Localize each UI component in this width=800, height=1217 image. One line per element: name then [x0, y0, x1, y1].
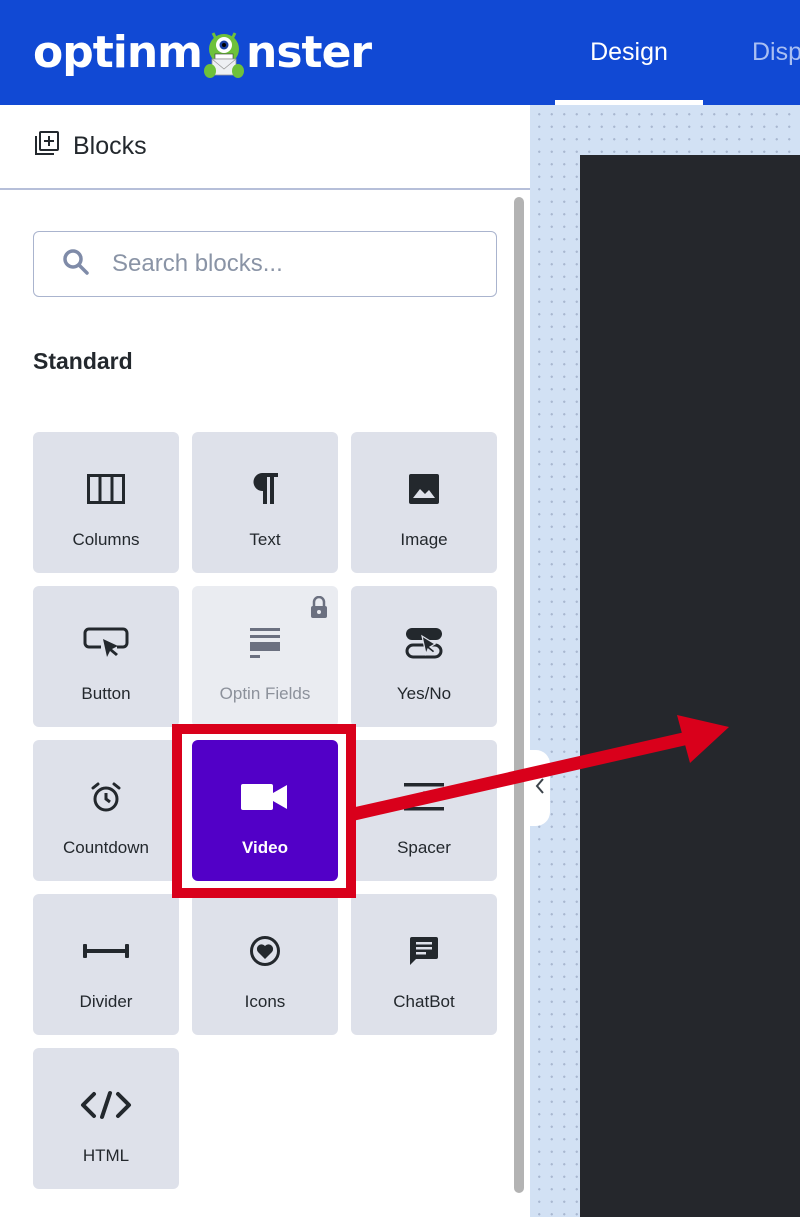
divider-icon: [83, 934, 129, 968]
block-label: Spacer: [397, 838, 451, 857]
monster-mascot-icon: [203, 27, 245, 78]
blocks-sidebar: Blocks Standard Columns Text Image: [0, 105, 530, 1217]
optin-fields-icon: [250, 626, 280, 660]
panel-title: Blocks: [73, 132, 147, 160]
sidebar-scrollbar[interactable]: [514, 197, 524, 1193]
image-icon: [408, 472, 440, 506]
block-html[interactable]: HTML: [33, 1048, 179, 1189]
block-button[interactable]: Button: [33, 586, 179, 727]
search-blocks-field[interactable]: [33, 231, 497, 297]
section-label-standard: Standard: [33, 348, 133, 374]
spacer-icon: [404, 780, 444, 814]
block-spacer[interactable]: Spacer: [351, 740, 497, 881]
highlight-box: [172, 724, 356, 898]
block-label: Divider: [79, 992, 133, 1011]
block-image[interactable]: Image: [351, 432, 497, 573]
block-yes-no[interactable]: Yes/No: [351, 586, 497, 727]
heart-circle-icon: [249, 934, 281, 968]
tab-display[interactable]: Disp: [752, 0, 800, 105]
block-label: Yes/No: [396, 684, 452, 703]
block-label: Columns: [72, 530, 140, 549]
block-label: Image: [400, 530, 448, 549]
search-icon: [62, 248, 90, 281]
chevron-left-icon: [535, 777, 545, 800]
yes-no-toggle-icon: [404, 626, 444, 660]
top-nav-bar: optinm nster Design Disp: [0, 0, 800, 105]
logo-text-right: nster: [246, 26, 372, 78]
optinmonster-logo[interactable]: optinm nster: [33, 22, 372, 82]
panel-header: Blocks: [0, 105, 530, 190]
block-optin-fields[interactable]: Optin Fields: [192, 586, 338, 727]
block-label: Optin Fields: [219, 684, 311, 703]
columns-icon: [87, 472, 125, 506]
block-label: Icons: [244, 992, 286, 1011]
search-input[interactable]: [112, 250, 462, 278]
block-text[interactable]: Text: [192, 432, 338, 573]
block-label: Text: [249, 530, 281, 549]
tab-design[interactable]: Design: [555, 0, 703, 105]
alarm-clock-icon: [90, 780, 122, 814]
collapse-sidebar-button[interactable]: [530, 750, 550, 826]
block-label: HTML: [82, 1146, 130, 1165]
code-icon: [80, 1088, 132, 1122]
campaign-preview[interactable]: [580, 155, 800, 1217]
block-columns[interactable]: Columns: [33, 432, 179, 573]
block-countdown[interactable]: Countdown: [33, 740, 179, 881]
add-blocks-icon: [33, 131, 59, 162]
block-chatbot[interactable]: ChatBot: [351, 894, 497, 1035]
logo-text-left: optinm: [33, 26, 203, 78]
paragraph-icon: [250, 472, 280, 506]
block-label: ChatBot: [393, 992, 455, 1011]
button-cursor-icon: [83, 626, 129, 660]
block-divider[interactable]: Divider: [33, 894, 179, 1035]
lock-icon: [310, 595, 328, 623]
block-icons[interactable]: Icons: [192, 894, 338, 1035]
block-label: Countdown: [62, 838, 149, 857]
block-label: Button: [81, 684, 131, 703]
chat-bubble-icon: [408, 934, 440, 968]
